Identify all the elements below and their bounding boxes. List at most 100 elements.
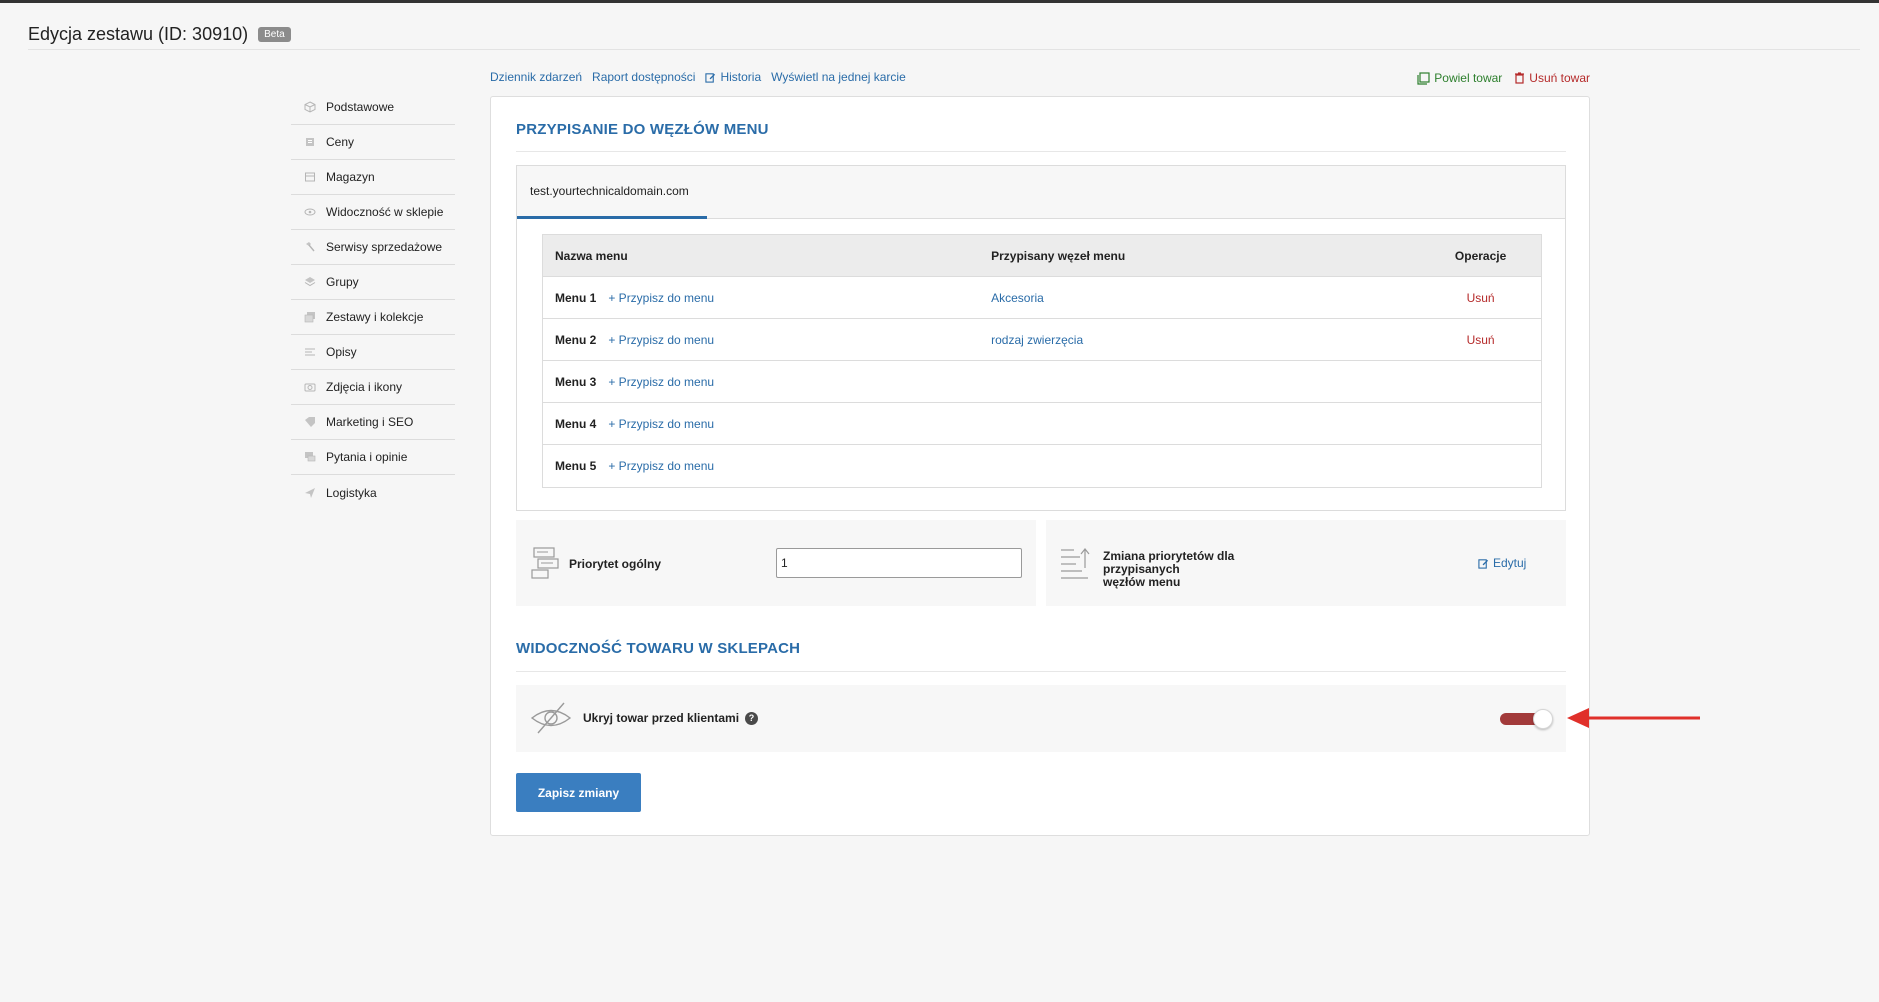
- main-panel: PRZYPISANIE DO WĘZŁÓW MENU test.yourtech…: [490, 96, 1590, 836]
- general-priority-label: Priorytet ogólny: [569, 557, 662, 571]
- change-priority-box: Zmiana priorytetów dla przypisanych węzł…: [1046, 520, 1566, 606]
- sidebar-item-label: Zdjęcia i ikony: [326, 380, 403, 394]
- remove-link[interactable]: Usuń: [1467, 291, 1495, 305]
- hide-item-box: Ukryj towar przed klientami ?: [516, 685, 1566, 752]
- lines-icon: [303, 345, 317, 359]
- change-priority-label: Zmiana priorytetów dla przypisanych węzł…: [1103, 550, 1313, 589]
- duplicate-item-label: Powiel towar: [1434, 71, 1503, 85]
- visibility-section-title: WIDOCZNOŚĆ TOWARU W SKLEPACH: [516, 640, 801, 657]
- sidebar-item-serwisy[interactable]: Serwisy sprzedażowe: [291, 230, 455, 265]
- assign-to-menu-link[interactable]: + Przypisz do menu: [608, 417, 714, 431]
- general-priority-input[interactable]: [776, 548, 1022, 578]
- sort-priority-icon: [1061, 548, 1090, 579]
- sidebar-item-ceny[interactable]: Ceny: [291, 125, 455, 160]
- assign-to-menu-link[interactable]: + Przypisz do menu: [608, 291, 714, 305]
- sidebar-item-pytania[interactable]: Pytania i opinie: [291, 440, 455, 475]
- menu-name: Menu 4: [555, 416, 597, 431]
- menu-table: Nazwa menu Przypisany węzeł menu Operacj…: [542, 234, 1542, 488]
- section-divider: [516, 671, 1566, 672]
- hide-item-text: Ukryj towar przed klientami: [583, 711, 740, 725]
- sidebar-item-opisy[interactable]: Opisy: [291, 335, 455, 370]
- hide-item-toggle[interactable]: [1500, 709, 1554, 729]
- sidebar-item-label: Logistyka: [326, 485, 377, 500]
- price-icon: [303, 135, 317, 149]
- menu-name: Menu 2: [555, 332, 597, 347]
- sidebar-item-widocznosc[interactable]: Widoczność w sklepie: [291, 195, 455, 230]
- warehouse-icon: [303, 170, 317, 184]
- sidebar-item-label: Marketing i SEO: [326, 415, 414, 429]
- sidebar-item-label: Widoczność w sklepie: [326, 205, 444, 219]
- help-icon[interactable]: ?: [745, 711, 759, 725]
- beta-badge: Beta: [258, 27, 291, 42]
- page-title: Edycja zestawu (ID: 30910): [28, 24, 249, 44]
- table-row: Menu 2 + Przypisz do menu rodzaj zwierzęc…: [543, 319, 1541, 361]
- change-priority-label-line1: Zmiana priorytetów dla przypisanych: [1103, 549, 1235, 576]
- camera-icon: [303, 380, 317, 394]
- duplicate-item-link[interactable]: Powiel towar: [1417, 71, 1502, 85]
- sidebar-item-label: Ceny: [326, 135, 355, 149]
- table-row: Menu 5 + Przypisz do menu: [543, 445, 1541, 487]
- chat-icon: [303, 450, 317, 464]
- annotation-arrow-icon: [1567, 708, 1700, 728]
- eye-icon: [303, 205, 317, 219]
- sidebar-item-label: Opisy: [326, 345, 357, 359]
- tag-icon: [303, 415, 317, 429]
- delete-item-link[interactable]: Usuń towar: [1514, 71, 1590, 85]
- tab-bar: test.yourtechnicaldomain.com: [517, 166, 1565, 219]
- cube-icon: [303, 100, 317, 114]
- trash-icon: [1515, 72, 1525, 84]
- single-card-link[interactable]: Wyświetl na jednej karcie: [771, 70, 906, 84]
- history-link[interactable]: Historia: [705, 70, 761, 84]
- sidebar-item-label: Podstawowe: [326, 100, 395, 114]
- stack-icon: [303, 310, 317, 324]
- sidebar-item-label: Serwisy sprzedażowe: [326, 240, 443, 254]
- edit-priorities-link[interactable]: Edytuj: [1478, 556, 1526, 570]
- table-row: Menu 4 + Przypisz do menu: [543, 403, 1541, 445]
- item-actions: Powiel towar Usuń towar: [1417, 71, 1590, 85]
- domain-tabs: test.yourtechnicaldomain.com Nazwa menu …: [516, 165, 1566, 511]
- delete-item-label: Usuń towar: [1529, 71, 1590, 85]
- menu-name: Menu 1: [555, 290, 597, 305]
- table-row: Menu 3 + Przypisz do menu: [543, 361, 1541, 403]
- copy-icon: [1417, 71, 1430, 85]
- menu-name: Menu 3: [555, 374, 597, 389]
- edit-icon: [1478, 558, 1489, 569]
- sidebar-item-label: Grupy: [326, 275, 359, 289]
- sidebar-item-label: Zestawy i kolekcje: [326, 310, 424, 324]
- change-priority-label-line2: węzłów menu: [1103, 575, 1181, 589]
- sidebar-item-podstawowe[interactable]: Podstawowe: [291, 90, 455, 125]
- assign-to-menu-link[interactable]: + Przypisz do menu: [608, 333, 714, 347]
- hammer-icon: [303, 240, 317, 254]
- assign-to-menu-link[interactable]: + Przypisz do menu: [608, 459, 714, 473]
- sidebar-item-magazyn[interactable]: Magazyn: [291, 160, 455, 195]
- assigned-node-link[interactable]: Akcesoria: [991, 291, 1044, 305]
- edit-label: Edytuj: [1493, 556, 1527, 570]
- history-label: Historia: [720, 70, 762, 84]
- sidebar-item-grupy[interactable]: Grupy: [291, 265, 455, 300]
- assigned-node-link[interactable]: rodzaj zwierzęcia: [991, 333, 1083, 347]
- remove-link[interactable]: Usuń: [1467, 333, 1495, 347]
- sidebar-item-logistyka[interactable]: Logistyka: [291, 475, 455, 510]
- top-border: [0, 0, 1879, 3]
- save-changes-button[interactable]: Zapisz zmiany: [516, 773, 641, 812]
- sidebar-item-zestawy[interactable]: Zestawy i kolekcje: [291, 300, 455, 335]
- send-icon: [303, 486, 317, 500]
- section-divider: [516, 151, 1566, 152]
- menu-name: Menu 5: [555, 459, 597, 473]
- hide-item-label: Ukryj towar przed klientami ?: [583, 711, 759, 725]
- assign-to-menu-link[interactable]: + Przypisz do menu: [608, 375, 714, 389]
- menu-section-title: PRZYPISANIE DO WĘZŁÓW MENU: [516, 121, 769, 138]
- top-links: Dziennik zdarzeń Raport dostępności Hist…: [490, 70, 906, 84]
- sidebar-item-zdjecia[interactable]: Zdjęcia i ikony: [291, 370, 455, 405]
- table-header: Nazwa menu Przypisany węzeł menu Operacj…: [543, 235, 1541, 277]
- col-operations: Operacje: [1454, 248, 1507, 263]
- col-assigned-node: Przypisany węzeł menu: [991, 248, 1126, 263]
- table-row: Menu 1 + Przypisz do menu Akcesoria Usuń: [543, 277, 1541, 319]
- sidebar-item-label: Pytania i opinie: [326, 450, 408, 464]
- events-log-link[interactable]: Dziennik zdarzeń: [490, 70, 582, 84]
- col-menu-name: Nazwa menu: [555, 248, 628, 263]
- sidebar-item-marketing[interactable]: Marketing i SEO: [291, 405, 455, 440]
- availability-report-link[interactable]: Raport dostępności: [592, 70, 695, 84]
- tab-domain[interactable]: test.yourtechnicaldomain.com: [517, 166, 707, 219]
- eye-slash-icon: [530, 702, 572, 734]
